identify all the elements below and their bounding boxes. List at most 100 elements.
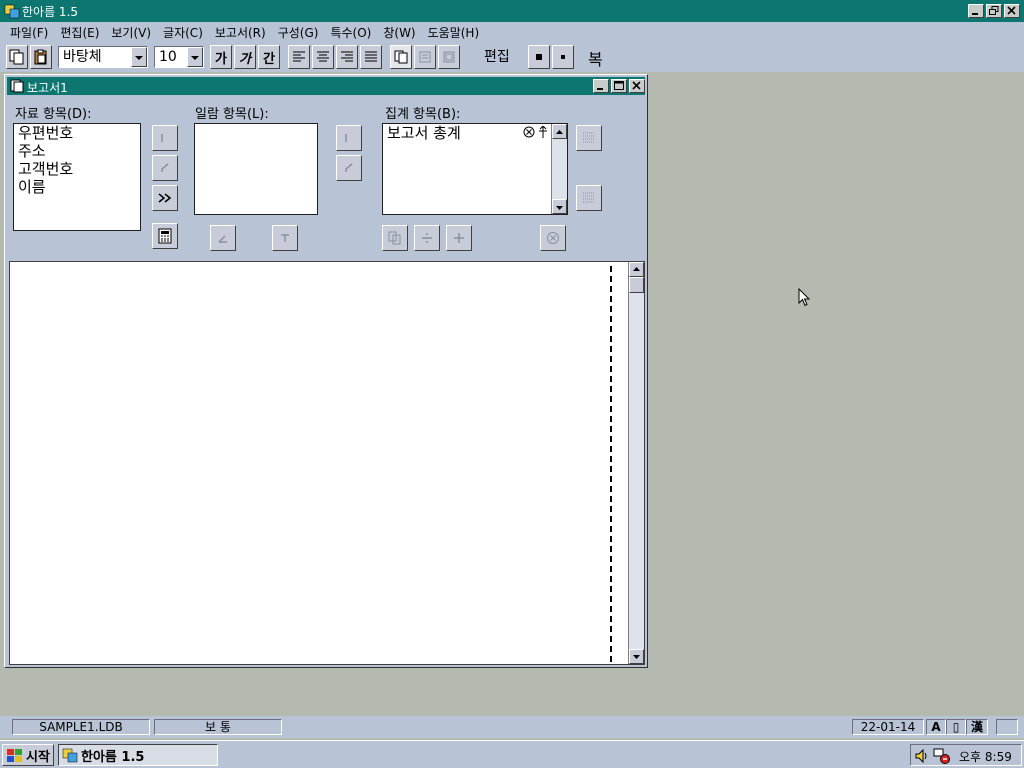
bar-icon xyxy=(281,234,289,242)
add-all-button[interactable] xyxy=(152,185,178,211)
speaker-icon[interactable] xyxy=(914,748,930,764)
summary-option-1-button[interactable] xyxy=(576,125,602,151)
report-window: 보고서1 자료 항목(D): 우편번호 주소 고객번호 이름 일람 항목(L): xyxy=(4,74,648,668)
list-item[interactable]: 고객번호 xyxy=(18,160,140,178)
menu-file[interactable]: 파일(F) xyxy=(4,24,54,41)
page-grid-icon xyxy=(419,51,431,63)
underline-glyph: 간 xyxy=(263,51,275,67)
data-items-list[interactable]: 우편번호 주소 고객번호 이름 xyxy=(13,123,141,231)
view-mode-2-button[interactable] xyxy=(414,45,436,69)
summary-items-label: 집계 항목(B): xyxy=(385,107,461,122)
summary-add-button[interactable] xyxy=(336,125,362,151)
statusbar: SAMPLE1.LDB 보 통 22-01-14 A ▯ 漢 xyxy=(0,716,1024,738)
align-right-icon xyxy=(341,51,353,62)
scroll-up-icon[interactable] xyxy=(552,124,567,139)
edit-mode-button[interactable] xyxy=(528,45,550,69)
menu-char[interactable]: 글자(C) xyxy=(157,24,209,41)
summary-option-2-button[interactable] xyxy=(576,185,602,211)
list-item[interactable]: 보고서 총계 xyxy=(387,124,551,142)
preview-mode-button[interactable] xyxy=(552,45,574,69)
menu-special[interactable]: 특수(O) xyxy=(324,24,377,41)
view-mode-3-button[interactable] xyxy=(438,45,460,69)
font-name-select[interactable]: 바탕체 xyxy=(58,46,148,68)
data-items-label: 자료 항목(D): xyxy=(15,107,92,122)
menu-help[interactable]: 도움말(H) xyxy=(422,24,486,41)
report-maximize-button[interactable] xyxy=(611,79,627,93)
close-button[interactable] xyxy=(1004,4,1020,18)
calculator-button[interactable] xyxy=(152,223,178,249)
scroll-down-icon[interactable] xyxy=(552,199,567,214)
menu-edit[interactable]: 편집(E) xyxy=(54,24,105,41)
report-minimize-button[interactable] xyxy=(593,79,609,93)
menu-layout[interactable]: 구성(G) xyxy=(272,24,325,41)
menu-report[interactable]: 보고서(R) xyxy=(209,24,272,41)
scroll-down-icon[interactable] xyxy=(629,649,644,664)
summary-tool-4-button[interactable] xyxy=(540,225,566,251)
status-file: SAMPLE1.LDB xyxy=(12,719,150,735)
start-button[interactable]: 시작 xyxy=(2,744,54,766)
summary-scrollbar[interactable] xyxy=(551,124,567,214)
font-name-dropdown-icon[interactable] xyxy=(131,47,147,67)
summary-items-list[interactable]: 보고서 총계 xyxy=(382,123,568,215)
report-titlebar[interactable]: 보고서1 xyxy=(7,77,645,95)
list-move-left-button[interactable] xyxy=(210,225,236,251)
summary-tool-3-button[interactable] xyxy=(446,225,472,251)
font-size-select[interactable]: 10 xyxy=(154,46,204,68)
add-arrow-icon xyxy=(161,134,163,142)
taskbar-app-label: 한아름 1.5 xyxy=(81,749,145,765)
list-items-list[interactable] xyxy=(194,123,318,215)
plus-icon xyxy=(454,233,464,243)
menu-view[interactable]: 보기(V) xyxy=(105,24,157,41)
taskbar: 시작 한아름 1.5 오후 8:59 xyxy=(0,740,1024,768)
report-scrollbar[interactable] xyxy=(628,262,644,664)
align-center-button[interactable] xyxy=(312,45,334,69)
app-title: 한아름 1.5 xyxy=(22,5,79,19)
report-close-button[interactable] xyxy=(629,79,645,93)
list-item[interactable]: 우편번호 xyxy=(18,124,140,142)
status-hanja-icon[interactable]: 漢 xyxy=(966,719,988,735)
summary-remove-button[interactable] xyxy=(336,155,362,181)
toolbar: 바탕체 10 가 가 간 편집 복 xyxy=(0,42,1024,72)
align-justify-button[interactable] xyxy=(360,45,382,69)
list-move-right-button[interactable] xyxy=(272,225,298,251)
add-item-button[interactable] xyxy=(152,125,178,151)
menu-window[interactable]: 창(W) xyxy=(377,24,421,41)
status-date: 22-01-14 xyxy=(852,719,924,735)
app-titlebar[interactable]: 한아름 1.5 xyxy=(0,0,1024,22)
paste-button[interactable] xyxy=(30,45,52,69)
underline-button[interactable]: 간 xyxy=(258,45,280,69)
list-items-label: 일람 항목(L): xyxy=(195,107,269,122)
summary-tool-2-button[interactable] xyxy=(414,225,440,251)
app-icon xyxy=(62,748,78,763)
italic-button[interactable]: 가 xyxy=(234,45,256,69)
list-item[interactable]: 이름 xyxy=(18,178,140,196)
move-icon[interactable] xyxy=(538,126,548,138)
network-icon[interactable] xyxy=(933,747,951,765)
close-circle-icon[interactable] xyxy=(523,126,535,138)
align-right-button[interactable] xyxy=(336,45,358,69)
font-size-dropdown-icon[interactable] xyxy=(187,47,203,67)
remove-item-button[interactable] xyxy=(152,155,178,181)
view-mode-1-button[interactable] xyxy=(390,45,412,69)
taskbar-app-button[interactable]: 한아름 1.5 xyxy=(58,744,218,766)
report-title: 보고서1 xyxy=(27,81,68,95)
report-canvas[interactable] xyxy=(9,261,645,665)
font-name-value: 바탕체 xyxy=(63,49,102,65)
summary-tool-1-button[interactable] xyxy=(382,225,408,251)
page-icon xyxy=(443,51,455,63)
remove-arrow-icon xyxy=(345,163,353,172)
align-left-button[interactable] xyxy=(288,45,310,69)
calculator-icon xyxy=(158,228,172,244)
list-item[interactable]: 주소 xyxy=(18,142,140,160)
status-font-icon[interactable]: A xyxy=(926,719,946,735)
status-page-icon[interactable]: ▯ xyxy=(946,719,966,735)
clock: 오후 8:59 xyxy=(959,750,1012,764)
restore-button[interactable] xyxy=(986,4,1002,18)
bold-button[interactable]: 가 xyxy=(210,45,232,69)
copy-icon xyxy=(9,49,24,65)
minimize-button[interactable] xyxy=(968,4,984,18)
scroll-thumb[interactable] xyxy=(629,277,644,293)
copy-button[interactable] xyxy=(6,45,28,69)
scroll-up-icon[interactable] xyxy=(629,262,644,277)
pages-icon xyxy=(394,50,408,64)
